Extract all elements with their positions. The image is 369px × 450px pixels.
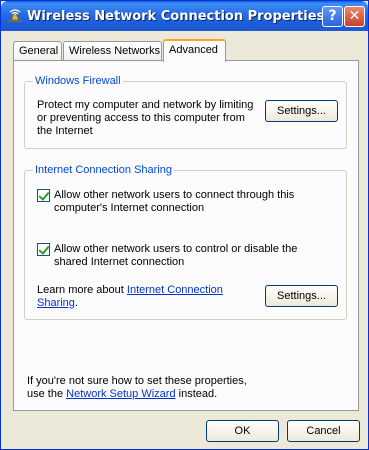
allow-connect-label: Allow other network users to connect thr… (54, 189, 295, 214)
network-connection-icon (8, 9, 22, 22)
help-button[interactable]: ? (322, 6, 343, 27)
allow-control-label: Allow other network users to control or … (54, 243, 298, 268)
tab-wireless-networks[interactable]: Wireless Networks (63, 41, 162, 61)
footer-note: If you're not sure how to set these prop… (27, 375, 267, 401)
ok-button[interactable]: OK (206, 420, 279, 442)
learn-more-suffix: . (74, 297, 78, 309)
windows-firewall-legend: Windows Firewall (33, 75, 123, 87)
tab-advanced[interactable]: Advanced (163, 39, 226, 62)
firewall-settings-button[interactable]: Settings... (265, 100, 338, 122)
ics-legend: Internet Connection Sharing (33, 164, 174, 176)
window-title: Wireless Network Connection Properties (27, 9, 325, 24)
footer-note-suffix: instead. (175, 388, 218, 400)
tab-panel-advanced: Windows Firewall Protect my computer and… (13, 60, 359, 411)
title-bar[interactable]: Wireless Network Connection Properties ?… (1, 1, 368, 31)
cancel-button[interactable]: Cancel (287, 420, 360, 442)
internet-connection-sharing-group: Internet Connection Sharing Allow other … (24, 164, 347, 320)
close-button[interactable]: ✕ (344, 6, 365, 27)
tab-general[interactable]: General (13, 41, 62, 61)
ics-settings-button[interactable]: Settings... (265, 285, 338, 307)
firewall-description: Protect my computer and network by limit… (37, 99, 254, 137)
learn-more-prefix: Learn more about (37, 284, 127, 296)
windows-firewall-group: Windows Firewall Protect my computer and… (24, 75, 347, 149)
network-setup-wizard-link[interactable]: Network Setup Wizard (66, 388, 175, 400)
properties-dialog: Wireless Network Connection Properties ?… (0, 0, 369, 450)
allow-connect-checkbox[interactable] (37, 189, 50, 202)
learn-more-text: Learn more about Internet Connection Sha… (37, 284, 237, 310)
allow-control-checkbox[interactable] (37, 243, 50, 256)
